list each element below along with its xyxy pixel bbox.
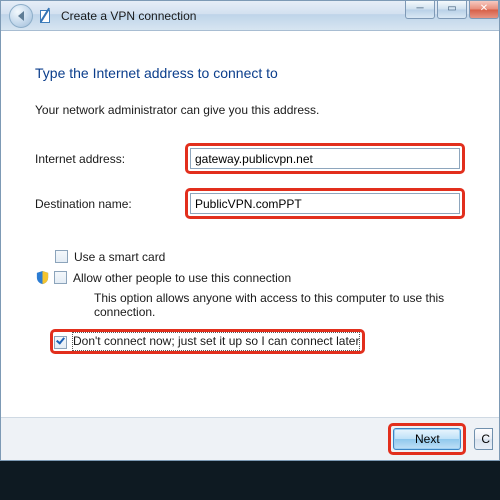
window-title: Create a VPN connection bbox=[61, 9, 196, 23]
dont-connect-label: Don't connect now; just set it up so I c… bbox=[73, 333, 359, 350]
back-button[interactable] bbox=[9, 4, 33, 28]
wizard-window: Create a VPN connection ─ ▭ ✕ Type the I… bbox=[0, 0, 500, 461]
internet-address-label: Internet address: bbox=[35, 152, 185, 166]
highlight-next: Next bbox=[388, 423, 466, 455]
allow-others-label: Allow other people to use this connectio… bbox=[73, 270, 291, 287]
minimize-button[interactable]: ─ bbox=[405, 1, 435, 19]
button-bar: Next C bbox=[1, 417, 499, 460]
highlight-destination-name bbox=[185, 188, 465, 219]
page-subtext: Your network administrator can give you … bbox=[35, 103, 465, 117]
wizard-content: Type the Internet address to connect to … bbox=[1, 31, 499, 417]
highlight-dont-connect: Don't connect now; just set it up so I c… bbox=[50, 329, 365, 354]
close-button[interactable]: ✕ bbox=[469, 1, 499, 19]
allow-others-option[interactable]: Allow other people to use this connectio… bbox=[35, 270, 465, 287]
cancel-button[interactable]: C bbox=[474, 428, 493, 450]
destination-name-input[interactable] bbox=[190, 193, 460, 214]
smart-card-checkbox[interactable] bbox=[55, 250, 68, 263]
destination-name-row: Destination name: bbox=[35, 188, 465, 219]
internet-address-row: Internet address: bbox=[35, 143, 465, 174]
title-bar: Create a VPN connection ─ ▭ ✕ bbox=[1, 1, 499, 31]
maximize-button[interactable]: ▭ bbox=[437, 1, 467, 19]
internet-address-input[interactable] bbox=[190, 148, 460, 169]
next-button[interactable]: Next bbox=[393, 428, 461, 450]
allow-others-description: This option allows anyone with access to… bbox=[94, 291, 465, 319]
page-heading: Type the Internet address to connect to bbox=[35, 65, 465, 81]
smart-card-option[interactable]: Use a smart card bbox=[55, 249, 465, 266]
shield-icon bbox=[35, 270, 50, 285]
destination-name-label: Destination name: bbox=[35, 197, 185, 211]
highlight-internet-address bbox=[185, 143, 465, 174]
window-controls: ─ ▭ ✕ bbox=[403, 1, 499, 19]
smart-card-label: Use a smart card bbox=[74, 249, 165, 266]
wizard-icon bbox=[39, 8, 55, 24]
dont-connect-checkbox[interactable] bbox=[54, 336, 67, 349]
dont-connect-option: Don't connect now; just set it up so I c… bbox=[50, 329, 465, 354]
options-group: Use a smart card Allow other people to u… bbox=[55, 249, 465, 354]
allow-others-checkbox[interactable] bbox=[54, 271, 67, 284]
